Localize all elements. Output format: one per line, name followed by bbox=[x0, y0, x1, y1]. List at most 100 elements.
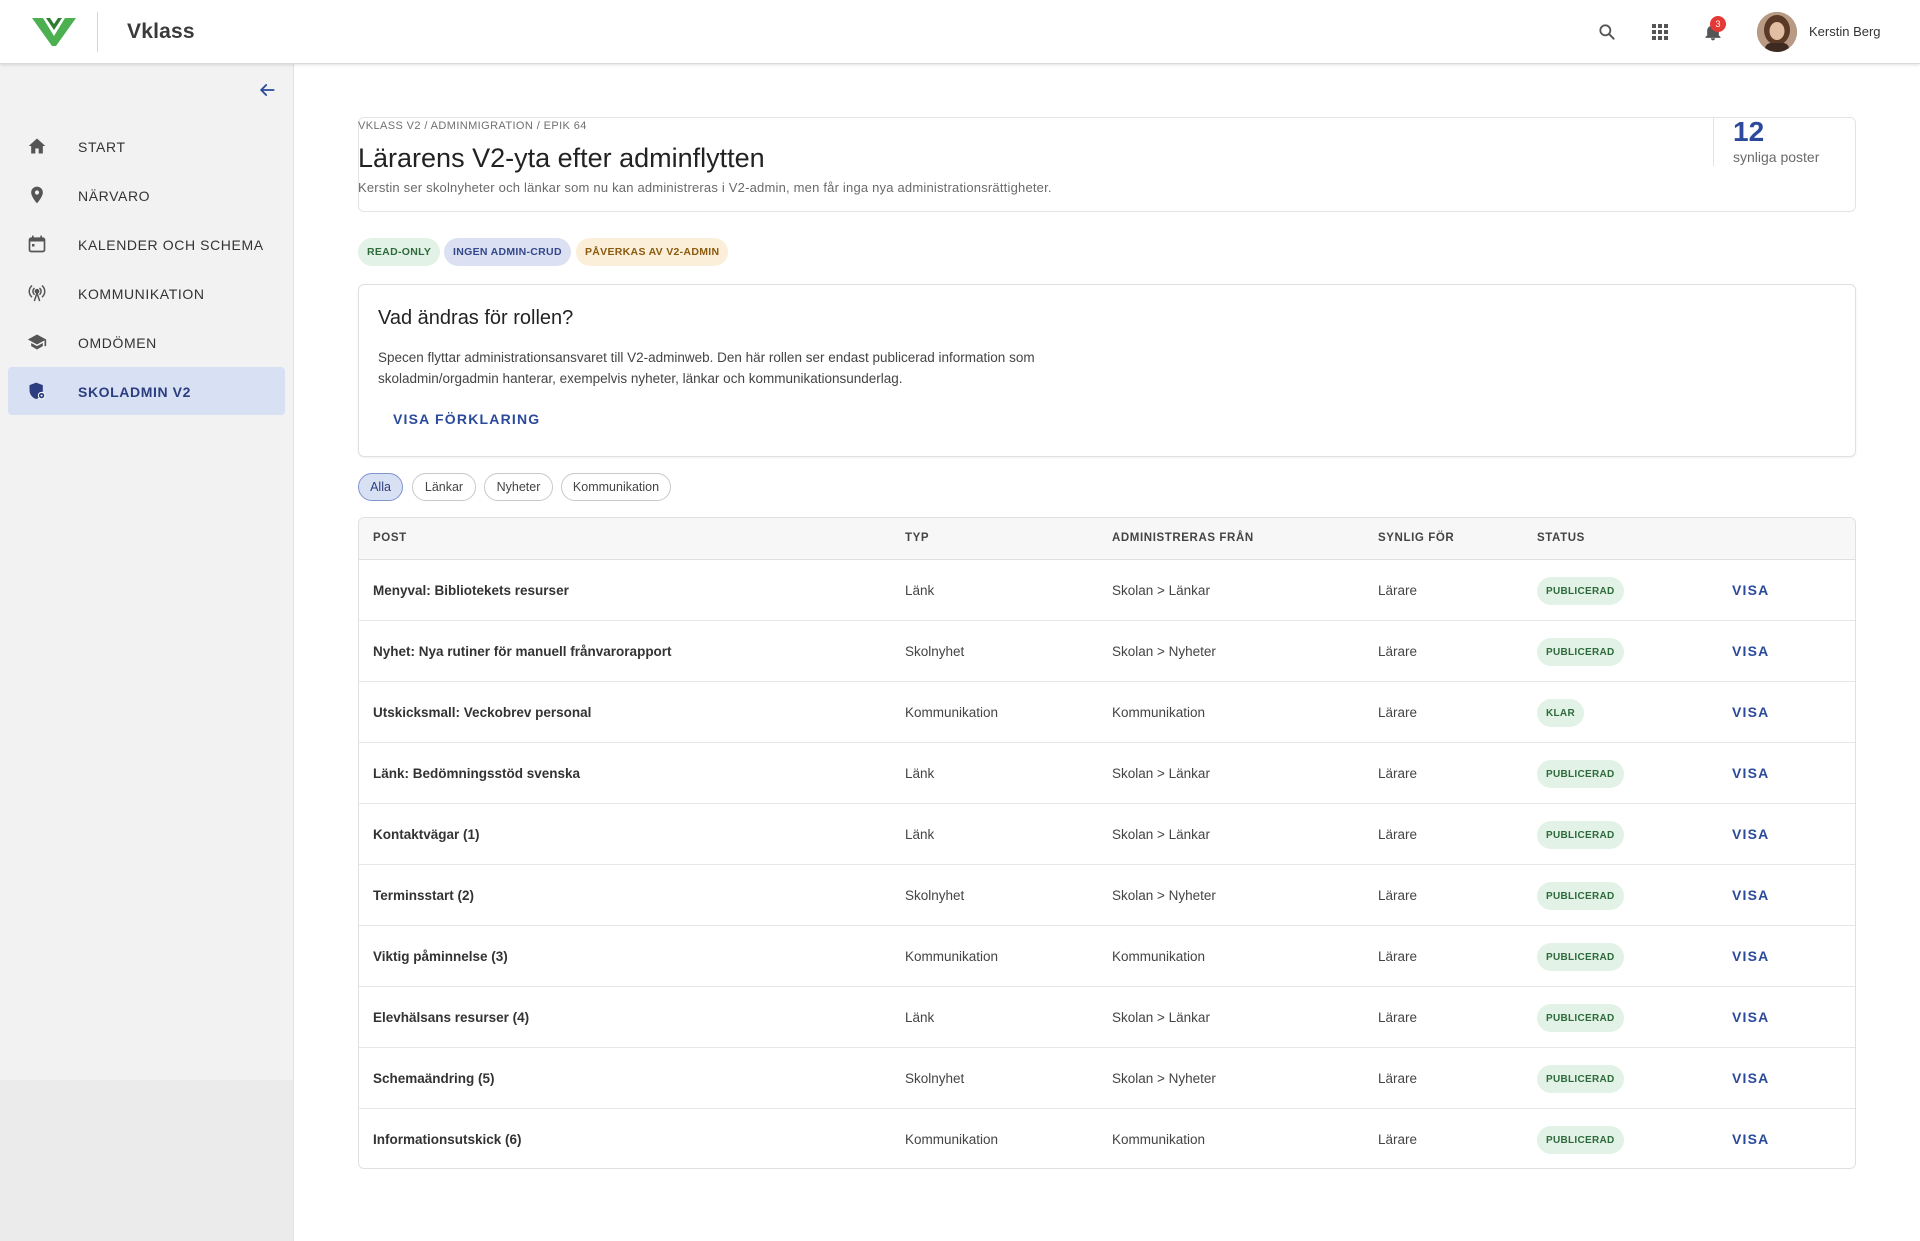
cell-visible-for: Lärare bbox=[1378, 766, 1418, 781]
cell-admin-from: Kommunikation bbox=[1112, 705, 1206, 720]
sidebar-item-start[interactable]: START bbox=[8, 122, 285, 170]
cell-type: Kommunikation bbox=[905, 705, 999, 720]
home-icon bbox=[26, 135, 48, 157]
sidebar-item-label: NÄRVARO bbox=[78, 188, 151, 204]
cell-visible-for: Lärare bbox=[1378, 1010, 1418, 1025]
cell-visible-for: Lärare bbox=[1378, 583, 1418, 598]
table-row[interactable]: Nyhet: Nya rutiner för manuell frånvaror… bbox=[359, 621, 1855, 682]
table-row[interactable]: Menyval: Bibliotekets resurser Länk Skolan… bbox=[359, 560, 1855, 621]
sidebar-item-kalender[interactable]: KALENDER OCH SCHEMA bbox=[8, 220, 285, 268]
show-explanation-button[interactable]: VISA FÖRKLARING bbox=[393, 411, 540, 427]
visible-count-box: 12 synliga poster bbox=[1713, 116, 1857, 166]
avatar[interactable] bbox=[1757, 12, 1797, 52]
cell-admin-from: Skolan > Länkar bbox=[1112, 1010, 1210, 1025]
visible-count-label: synliga poster bbox=[1733, 149, 1820, 165]
filter-news[interactable]: Nyheter bbox=[484, 473, 553, 501]
sidebar-item-omdomen[interactable]: OMDÖMEN bbox=[8, 318, 285, 366]
sidebar-item-label: SKOLADMIN V2 bbox=[78, 384, 191, 400]
table-row[interactable]: Länk: Bedömningsstöd svenska Länk Skolan >… bbox=[359, 743, 1855, 804]
view-button[interactable]: VISA bbox=[1732, 887, 1769, 903]
cell-post: Elevhälsans resurser (4) bbox=[373, 1010, 530, 1025]
sidebar-item-label: OMDÖMEN bbox=[78, 335, 157, 351]
sidebar-footer-area bbox=[0, 1080, 294, 1241]
cell-type: Skolnyhet bbox=[905, 644, 965, 659]
sidebar-item-kommunikation[interactable]: KOMMUNIKATION bbox=[8, 269, 285, 317]
read-only-chip: READ-ONLY bbox=[358, 238, 441, 266]
cell-visible-for: Lärare bbox=[1378, 1071, 1418, 1086]
filter-all[interactable]: Alla bbox=[358, 473, 403, 501]
filter-communication[interactable]: Kommunikation bbox=[561, 473, 671, 501]
view-button[interactable]: VISA bbox=[1732, 582, 1769, 598]
apps-grid-icon[interactable] bbox=[1646, 18, 1674, 46]
cell-admin-from: Skolan > Nyheter bbox=[1112, 1071, 1216, 1086]
cell-type: Skolnyhet bbox=[905, 1071, 965, 1086]
cell-admin-from: Kommunikation bbox=[1112, 1132, 1206, 1147]
cell-post: Informationsutskick (6) bbox=[373, 1132, 522, 1147]
admin-shield-icon bbox=[26, 380, 48, 402]
cell-post: Terminsstart (2) bbox=[373, 888, 475, 903]
collapse-sidebar-button[interactable] bbox=[253, 76, 281, 104]
no-admin-crud-chip: INGEN ADMIN-CRUD bbox=[444, 238, 571, 266]
status-badge: PUBLICERAD bbox=[1537, 1004, 1624, 1032]
cell-admin-from: Skolan > Nyheter bbox=[1112, 644, 1216, 659]
vklass-logo-icon[interactable] bbox=[30, 16, 78, 48]
cell-visible-for: Lärare bbox=[1378, 644, 1418, 659]
table-row[interactable]: Schemaändring (5) Skolnyhet Skolan > Nyhet… bbox=[359, 1048, 1855, 1109]
cell-type: Länk bbox=[905, 827, 935, 842]
cell-visible-for: Lärare bbox=[1378, 827, 1418, 842]
sidebar-item-narvaro[interactable]: NÄRVARO bbox=[8, 171, 285, 219]
view-button[interactable]: VISA bbox=[1732, 643, 1769, 659]
search-icon[interactable] bbox=[1593, 18, 1621, 46]
status-badge: PUBLICERAD bbox=[1537, 943, 1624, 971]
cell-visible-for: Lärare bbox=[1378, 705, 1418, 720]
location-pin-icon bbox=[26, 184, 48, 206]
view-button[interactable]: VISA bbox=[1732, 765, 1769, 781]
cell-post: Länk: Bedömningsstöd svenska bbox=[373, 766, 581, 781]
cell-type: Länk bbox=[905, 583, 935, 598]
user-name[interactable]: Kerstin Berg bbox=[1809, 24, 1881, 39]
affected-by-v2-admin-chip: PÅVERKAS AV V2-ADMIN bbox=[576, 238, 729, 266]
sidebar-item-label: START bbox=[78, 139, 126, 155]
view-button[interactable]: VISA bbox=[1732, 826, 1769, 842]
cell-admin-from: Skolan > Nyheter bbox=[1112, 888, 1216, 903]
sidebar-item-label: KOMMUNIKATION bbox=[78, 286, 205, 302]
table-row[interactable]: Utskicksmall: Veckobrev personal Kommunik… bbox=[359, 682, 1855, 743]
table-row[interactable]: Viktig påminnelse (3) Kommunikation Kommun… bbox=[359, 926, 1855, 987]
column-header-status: STATUS bbox=[1537, 532, 1585, 544]
table-row[interactable]: Kontaktvägar (1) Länk Skolan > Länkar Lärar… bbox=[359, 804, 1855, 865]
arrow-left-icon bbox=[260, 84, 275, 96]
cell-type: Kommunikation bbox=[905, 949, 999, 964]
status-badge: PUBLICERAD bbox=[1537, 1065, 1624, 1093]
sidebar-item-skoladmin[interactable]: SKOLADMIN V2 bbox=[8, 367, 285, 415]
posts-table: POST TYP ADMINISTRERAS FRÅN SYNLIG FÖR S… bbox=[358, 517, 1856, 1169]
role-change-info-card: Vad ändras för rollen? Specen flyttar ad… bbox=[358, 284, 1856, 457]
view-button[interactable]: VISA bbox=[1732, 948, 1769, 964]
view-button[interactable]: VISA bbox=[1732, 1009, 1769, 1025]
cell-post: Utskicksmall: Veckobrev personal bbox=[373, 705, 592, 720]
column-header-visible-for: SYNLIG FÖR bbox=[1378, 532, 1455, 544]
table-row[interactable]: Informationsutskick (6) Kommunikation Komm… bbox=[359, 1109, 1855, 1168]
calendar-icon bbox=[26, 233, 48, 255]
table-row[interactable]: Terminsstart (2) Skolnyhet Skolan > Nyhete… bbox=[359, 865, 1855, 926]
cell-visible-for: Lärare bbox=[1378, 888, 1418, 903]
filter-links[interactable]: Länkar bbox=[412, 473, 476, 501]
cell-post: Kontaktvägar (1) bbox=[373, 827, 480, 842]
status-badge: PUBLICERAD bbox=[1537, 577, 1624, 605]
view-button[interactable]: VISA bbox=[1732, 704, 1769, 720]
view-button[interactable]: VISA bbox=[1732, 1070, 1769, 1086]
view-button[interactable]: VISA bbox=[1732, 1131, 1769, 1147]
status-badge: PUBLICERAD bbox=[1537, 882, 1624, 910]
broadcast-icon bbox=[26, 282, 48, 304]
logo-divider bbox=[97, 12, 98, 52]
sidebar-item-label: KALENDER OCH SCHEMA bbox=[78, 237, 264, 253]
column-header-admin-from: ADMINISTRERAS FRÅN bbox=[1112, 532, 1254, 544]
column-header-post: POST bbox=[373, 532, 407, 544]
status-badge: PUBLICERAD bbox=[1537, 638, 1624, 666]
page-title: Lärarens V2-yta efter adminflytten bbox=[358, 143, 765, 173]
notification-count-badge: 3 bbox=[1710, 16, 1726, 32]
cell-post: Menyval: Bibliotekets resurser bbox=[373, 583, 569, 598]
table-row[interactable]: Elevhälsans resurser (4) Länk Skolan > Län… bbox=[359, 987, 1855, 1048]
cell-admin-from: Skolan > Länkar bbox=[1112, 583, 1210, 598]
status-badge: PUBLICERAD bbox=[1537, 760, 1624, 788]
cell-admin-from: Skolan > Länkar bbox=[1112, 766, 1210, 781]
